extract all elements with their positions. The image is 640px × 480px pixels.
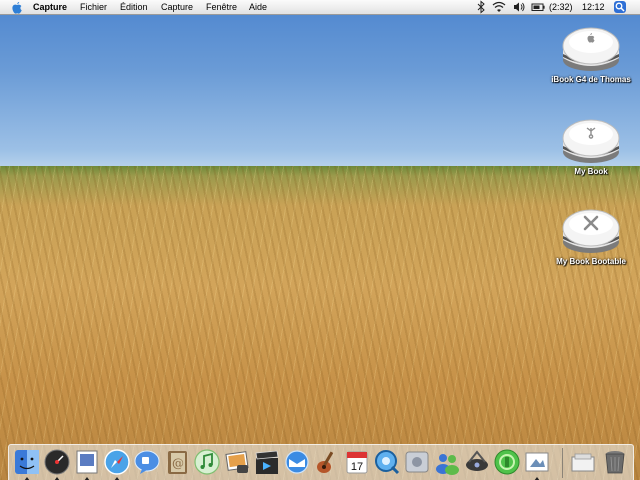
desktop-icon-label: My Book (574, 167, 608, 176)
menu-aide[interactable]: Aide (249, 1, 267, 13)
safari-icon[interactable] (103, 448, 131, 476)
internal-disk-icon (562, 27, 620, 71)
dashcode-icon[interactable] (493, 448, 521, 476)
dashboard-icon[interactable] (43, 448, 71, 476)
app-menu-capture[interactable]: Capture (33, 1, 67, 13)
dock-separator (562, 448, 563, 478)
garageband-icon[interactable] (313, 448, 341, 476)
bluetooth-icon[interactable] (477, 0, 485, 14)
users-icon[interactable] (433, 448, 461, 476)
svg-text:17: 17 (351, 461, 363, 473)
spotlight-icon[interactable] (614, 1, 626, 13)
quicktime-icon[interactable] (373, 448, 401, 476)
ichat-icon[interactable] (133, 448, 161, 476)
menu-extras (477, 0, 545, 14)
menu-edition[interactable]: Édition (120, 1, 148, 13)
apple-menu-icon[interactable] (11, 1, 23, 15)
trash-icon[interactable] (601, 448, 629, 476)
desktop-icon-label: My Book Bootable (556, 257, 626, 266)
menu-capture[interactable]: Capture (161, 1, 193, 13)
address-book-icon[interactable]: @ (163, 448, 191, 476)
desktop-icon-ibook[interactable]: iBook G4 de Thomas (541, 24, 640, 84)
network-icon[interactable] (463, 448, 491, 476)
ical-icon[interactable]: 17 (343, 448, 371, 476)
volume-icon[interactable] (514, 2, 525, 12)
osx-disk-icon (562, 209, 620, 253)
imovie-icon[interactable] (253, 448, 281, 476)
grab-icon[interactable] (523, 448, 551, 476)
menu-fenetre[interactable]: Fenêtre (206, 1, 237, 13)
system-preferences-icon[interactable] (403, 448, 431, 476)
iphoto-icon[interactable] (223, 448, 251, 476)
preview-icon[interactable] (73, 448, 101, 476)
mail-icon[interactable] (283, 448, 311, 476)
dock: @ 17 (8, 444, 634, 480)
desktop-icon-my-book-bootable[interactable]: My Book Bootable (541, 206, 640, 266)
menu-bar: Capture Fichier Édition Capture Fenêtre … (0, 0, 640, 15)
battery-time: (2:32) (549, 2, 573, 12)
menu-clock[interactable]: 12:12 (582, 1, 605, 13)
documents-icon[interactable] (569, 448, 597, 476)
wifi-icon[interactable] (492, 1, 506, 13)
desktop-icon-my-book[interactable]: My Book (541, 116, 640, 176)
desktop: Capture Fichier Édition Capture Fenêtre … (0, 0, 640, 480)
itunes-icon[interactable] (193, 448, 221, 476)
svg-text:@: @ (172, 456, 184, 470)
finder-icon[interactable] (13, 448, 41, 476)
menu-fichier[interactable]: Fichier (80, 1, 107, 13)
battery-icon[interactable] (531, 3, 545, 11)
desktop-icon-label: iBook G4 de Thomas (551, 75, 631, 84)
external-disk-icon (562, 119, 620, 163)
